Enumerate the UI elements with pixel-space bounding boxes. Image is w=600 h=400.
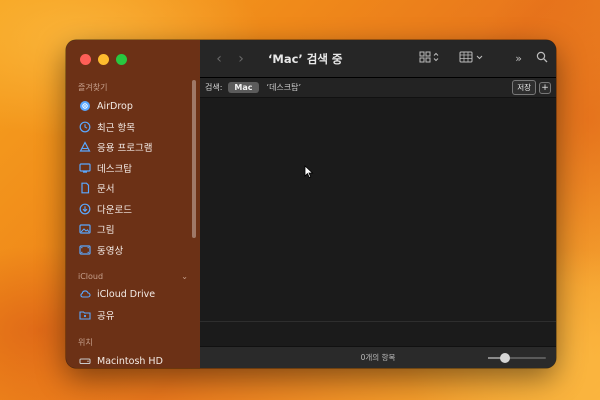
- scope-mac-button[interactable]: Mac: [228, 82, 259, 93]
- sidebar-scrollbar[interactable]: [192, 80, 196, 238]
- sidebar-section-icloud[interactable]: iCloud ⌄: [66, 268, 200, 284]
- download-icon: [79, 203, 91, 215]
- window-controls: [80, 54, 127, 65]
- main-pane: ‹ › ‘Mac’ 검색 중 » 검색: Mac ‘데스크탑’ 저장 + 0개의…: [200, 40, 556, 368]
- sidebar-item-movies[interactable]: 동영상: [66, 240, 200, 261]
- slider-knob[interactable]: [500, 353, 510, 363]
- add-criteria-button[interactable]: +: [539, 81, 551, 94]
- more-toolbar-icon[interactable]: »: [515, 52, 522, 65]
- forward-button[interactable]: ›: [230, 51, 252, 67]
- sidebar-item-recents[interactable]: 최근 항목: [66, 117, 200, 138]
- airdrop-icon: [79, 100, 91, 112]
- sidebar-item-pictures[interactable]: 그림: [66, 219, 200, 240]
- chevron-down-icon[interactable]: ⌄: [181, 272, 188, 281]
- disk-icon: [79, 355, 91, 367]
- group-button[interactable]: [459, 51, 485, 66]
- shared-folder-icon: [79, 309, 91, 321]
- zoom-button[interactable]: [116, 54, 127, 65]
- status-bar: 0개의 항목: [200, 346, 556, 368]
- sidebar: 즐겨찾기 AirDrop 최근 항목 응용 프로그램 데스크탑 문서 다운로드 …: [66, 40, 200, 368]
- applications-icon: [79, 141, 91, 153]
- pictures-icon: [79, 223, 91, 235]
- scope-desktop-button[interactable]: ‘데스크탑’: [267, 82, 302, 93]
- divider: [200, 321, 556, 322]
- movies-icon: [79, 244, 91, 256]
- minimize-button[interactable]: [98, 54, 109, 65]
- sidebar-section-locations: 위치: [78, 338, 93, 347]
- icon-size-slider[interactable]: [488, 353, 546, 363]
- results-area[interactable]: [200, 98, 556, 346]
- item-count: 0개의 항목: [360, 353, 396, 362]
- save-search-button[interactable]: 저장: [512, 80, 536, 95]
- document-icon: [79, 182, 91, 194]
- back-button[interactable]: ‹: [208, 51, 230, 67]
- desktop-icon: [79, 162, 91, 174]
- sidebar-item-downloads[interactable]: 다운로드: [66, 199, 200, 220]
- sidebar-item-desktop[interactable]: 데스크탑: [66, 158, 200, 179]
- mouse-cursor: [304, 165, 314, 179]
- search-icon[interactable]: [536, 51, 548, 66]
- finder-window: 즐겨찾기 AirDrop 최근 항목 응용 프로그램 데스크탑 문서 다운로드 …: [66, 40, 556, 368]
- clock-icon: [79, 121, 91, 133]
- search-scope-bar: 검색: Mac ‘데스크탑’ 저장 +: [200, 78, 556, 98]
- sidebar-section-favorites: 즐겨찾기: [78, 83, 108, 92]
- view-grid-button[interactable]: [419, 51, 441, 66]
- window-title: ‘Mac’ 검색 중: [268, 51, 343, 66]
- sidebar-item-airdrop[interactable]: AirDrop: [66, 96, 200, 117]
- sidebar-item-shared[interactable]: 공유: [66, 305, 200, 326]
- cloud-icon: [79, 288, 91, 300]
- scope-label: 검색:: [205, 83, 223, 92]
- sidebar-list: 즐겨찾기 AirDrop 최근 항목 응용 프로그램 데스크탑 문서 다운로드 …: [66, 78, 200, 368]
- close-button[interactable]: [80, 54, 91, 65]
- sidebar-item-documents[interactable]: 문서: [66, 178, 200, 199]
- sidebar-item-applications[interactable]: 응용 프로그램: [66, 137, 200, 158]
- sidebar-item-icloud-drive[interactable]: iCloud Drive: [66, 284, 200, 305]
- sidebar-item-macintosh-hd[interactable]: Macintosh HD: [66, 351, 200, 368]
- toolbar: ‹ › ‘Mac’ 검색 중 »: [200, 40, 556, 78]
